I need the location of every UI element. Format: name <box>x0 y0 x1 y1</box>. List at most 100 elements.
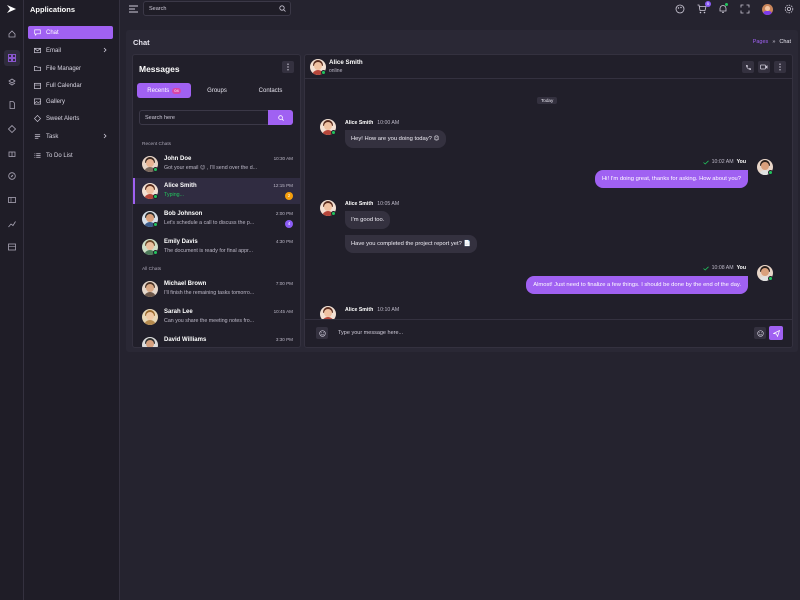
avatar <box>142 239 158 255</box>
attachment-button[interactable] <box>316 327 328 339</box>
sidebar-item-full-calendar[interactable]: Full Calendar <box>28 79 113 92</box>
cart-button[interactable]: 5 <box>696 1 711 15</box>
user-avatar-button[interactable] <box>761 3 773 15</box>
chat-search[interactable] <box>139 110 293 125</box>
chat-time: 7:00 PM <box>275 281 293 286</box>
recents-count-badge: 04 <box>172 87 181 94</box>
avatar[interactable] <box>310 59 326 75</box>
chat-time: 4:30 PM <box>275 239 293 244</box>
online-status-dot <box>153 167 158 172</box>
chat-icon <box>34 29 41 36</box>
page-title: Chat <box>133 38 150 47</box>
chat-list-item-bob-johnson[interactable]: Bob Johnson Let's schedule a call to dis… <box>133 206 300 232</box>
conversation-panel: Alice Smith online Today Alice Smith 10:0… <box>304 54 793 348</box>
chat-time: 10:45 AM <box>273 309 293 314</box>
chat-name: Bob Johnson <box>164 211 203 217</box>
global-search[interactable] <box>143 1 291 16</box>
breadcrumb-current: Chat <box>779 39 791 45</box>
search-icon <box>277 114 284 121</box>
emoji-picker-button[interactable] <box>754 327 766 339</box>
avatar <box>320 119 336 135</box>
chevron-right-icon <box>103 47 107 53</box>
search-icon[interactable] <box>279 5 286 12</box>
sidebar-item-label: Task <box>46 133 59 140</box>
online-status-dot <box>331 211 336 216</box>
online-status-dot <box>153 222 158 227</box>
message-meta: Alice Smith 10:00 AM <box>345 120 399 126</box>
messages-title: Messages <box>139 64 180 74</box>
top-bar: 5 <box>120 0 800 18</box>
voice-call-button[interactable] <box>742 61 754 73</box>
sidebar-item-chat[interactable]: Chat <box>28 26 113 39</box>
message-meta: Alice Smith 10:05 AM <box>345 201 399 207</box>
chat-time: 3:30 PM <box>275 337 293 342</box>
chat-list-item-sarah-lee[interactable]: Sarah Lee Can you share the meeting note… <box>133 304 300 330</box>
tab-contacts[interactable]: Contacts <box>244 83 297 98</box>
sidebar-item-email[interactable]: Email <box>28 44 113 57</box>
gift-icon[interactable] <box>4 145 20 161</box>
conversation-header: Alice Smith online <box>305 55 792 79</box>
apps-grid-icon[interactable] <box>4 50 20 66</box>
chat-list-item-david-williams[interactable]: David Williams 3:30 PM <box>133 332 300 347</box>
chat-preview: I'll finish the remaining tasks tomorro.… <box>164 290 255 296</box>
tab-groups[interactable]: Groups <box>193 83 241 98</box>
recent-chats-label: Recent Chats <box>142 142 172 147</box>
message-sender: Alice Smith <box>345 307 374 313</box>
message-input[interactable] <box>338 328 718 338</box>
list-icon <box>34 153 41 158</box>
sidebar-item-to-do-list[interactable]: To Do List <box>28 149 113 162</box>
home-icon[interactable] <box>4 26 20 42</box>
chat-name: David Williams <box>164 337 207 343</box>
palette-icon[interactable] <box>674 3 686 15</box>
document-icon[interactable] <box>4 97 20 113</box>
message-sender: Alice Smith <box>345 201 374 207</box>
image-icon <box>34 98 41 105</box>
message-sender: You <box>736 159 746 165</box>
video-call-button[interactable] <box>758 61 770 73</box>
messages-panel: Messages Recents 04 Groups Contacts Rece… <box>132 54 301 348</box>
message-meta: 10:02 AM You <box>702 159 746 165</box>
table-icon[interactable] <box>4 239 20 255</box>
sidebar-item-label: Sweet Alerts <box>46 115 80 122</box>
more-vertical-icon <box>287 63 289 71</box>
fullscreen-icon[interactable] <box>739 3 751 15</box>
chart-icon[interactable] <box>4 216 20 232</box>
tab-recents[interactable]: Recents 04 <box>137 83 191 98</box>
brand-logo-icon[interactable] <box>4 3 20 15</box>
online-status-dot <box>768 276 773 281</box>
avatar <box>757 265 773 281</box>
global-search-input[interactable] <box>149 4 269 14</box>
settings-gear-icon[interactable] <box>783 3 795 15</box>
compass-icon[interactable] <box>4 168 20 184</box>
chat-preview: Can you share the meeting notes fro... <box>164 318 255 324</box>
chat-time: 10:30 AM <box>273 156 293 161</box>
avatar <box>142 211 158 227</box>
sidebar-item-sweet-alerts[interactable]: Sweet Alerts <box>28 112 113 125</box>
sidebar-item-task[interactable]: Task <box>28 130 113 143</box>
messages-options-button[interactable] <box>282 61 294 73</box>
ticket-icon[interactable] <box>4 192 20 208</box>
chat-search-button[interactable] <box>268 110 293 125</box>
unread-count-badge: 2 <box>285 192 293 200</box>
send-button[interactable] <box>769 326 783 340</box>
layers-icon[interactable] <box>4 74 20 90</box>
diamond-icon[interactable] <box>4 121 20 137</box>
sidebar-item-label: To Do List <box>46 152 73 159</box>
menu-toggle-icon[interactable] <box>129 5 138 13</box>
chat-list-item-john-doe[interactable]: John Doe Got your email 😊 , I'll send ov… <box>133 151 300 177</box>
chat-list-item-alice-smith[interactable]: Alice Smith Typing... 12:15 PM 2 <box>133 178 300 204</box>
chat-list-item-emily-davis[interactable]: Emily Davis The document is ready for fi… <box>133 234 300 260</box>
conversation-options-button[interactable] <box>774 61 786 73</box>
avatar <box>142 156 158 172</box>
chat-name: Emily Davis <box>164 239 198 245</box>
notification-bell-icon[interactable] <box>717 3 729 15</box>
chat-list-item-michael-brown[interactable]: Michael Brown I'll finish the remaining … <box>133 276 300 302</box>
chat-name: John Doe <box>164 156 192 162</box>
breadcrumb-pages-link[interactable]: Pages <box>753 39 769 45</box>
task-icon <box>34 134 41 139</box>
app-sidebar: Applications Chat Email File Manager Ful… <box>24 0 120 600</box>
chat-tabs: Recents 04 Groups Contacts <box>137 83 297 98</box>
sidebar-item-file-manager[interactable]: File Manager <box>28 62 113 75</box>
chat-search-input[interactable] <box>145 113 265 123</box>
sidebar-item-gallery[interactable]: Gallery <box>28 95 113 108</box>
